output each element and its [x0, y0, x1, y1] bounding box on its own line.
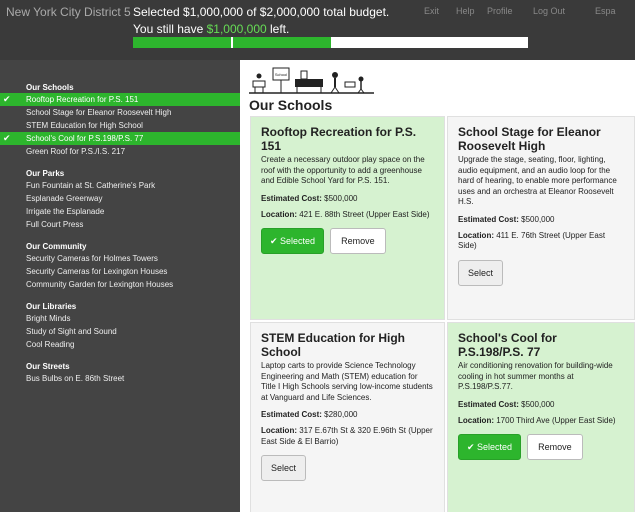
card-title: STEM Education for High School: [261, 331, 405, 359]
budget-progress-bar: [133, 37, 528, 48]
sidebar-item-cameras-lexington[interactable]: Security Cameras for Lexington Houses: [0, 265, 240, 278]
sidebar-section-libraries: Our Libraries: [26, 302, 77, 311]
district-name: New York City District 5: [6, 5, 131, 19]
sidebar-item-esplanade-greenway[interactable]: Esplanade Greenway: [0, 192, 240, 205]
sidebar-item-rooftop-recreation[interactable]: ✔ Rooftop Recreation for P.S. 151: [0, 93, 240, 106]
total-amount: $2,000,000: [259, 5, 320, 19]
card-location: Location: 421 E. 88th Street (Upper East…: [261, 209, 430, 219]
sidebar-item-bus-bulbs[interactable]: Bus Bulbs on E. 86th Street: [0, 372, 240, 385]
select-button[interactable]: Select: [261, 455, 307, 481]
nav-help[interactable]: Help: [456, 6, 475, 16]
nav-logout[interactable]: Log Out: [533, 6, 565, 16]
progress-tick: [231, 37, 233, 48]
sidebar-section-streets: Our Streets: [26, 362, 70, 371]
card-description: Upgrade the stage, seating, floor, light…: [458, 155, 617, 206]
card-cost: Estimated Cost: $280,000: [261, 410, 358, 419]
sidebar-item-green-roof[interactable]: Green Roof for P.S./I.S. 217: [0, 145, 240, 158]
sidebar: Our Schools ✔ Rooftop Recreation for P.S.…: [0, 60, 240, 512]
project-card-rooftop-recreation: Rooftop Recreation for P.S. 151 Create a…: [250, 116, 445, 320]
sidebar-item-schools-cool[interactable]: ✔ School's Cool for P.S.198/P.S. 77: [0, 132, 240, 145]
banner-sign-text: School: [275, 72, 287, 77]
selected-amount: $1,000,000: [183, 5, 244, 19]
sidebar-item-sight-sound[interactable]: Study of Sight and Sound: [0, 325, 240, 338]
selected-button[interactable]: ✔ Selected: [458, 434, 522, 460]
remaining-amount: $1,000,000: [206, 22, 267, 36]
project-card-stem-education: STEM Education for High School Laptop ca…: [250, 322, 445, 512]
sidebar-item-cool-reading[interactable]: Cool Reading: [0, 338, 240, 351]
sidebar-item-full-court-press[interactable]: Full Court Press: [0, 218, 240, 231]
sidebar-item-bright-minds[interactable]: Bright Minds: [0, 312, 240, 325]
sidebar-section-parks: Our Parks: [26, 169, 65, 178]
card-description: Create a necessary outdoor play space on…: [261, 155, 425, 185]
remove-button[interactable]: Remove: [527, 434, 583, 460]
card-cost: Estimated Cost: $500,000: [261, 193, 358, 203]
nav-profile[interactable]: Profile: [487, 6, 513, 16]
school-illustration-icon: School: [249, 67, 374, 94]
sidebar-item-cameras-holmes[interactable]: Security Cameras for Holmes Towers: [0, 252, 240, 265]
main-content: School Our Schools Rooftop Recreation fo…: [240, 60, 635, 512]
check-icon: ✔: [3, 94, 11, 104]
sidebar-section-schools: Our Schools: [26, 83, 74, 92]
project-card-schools-cool: School's Cool for P.S.198/P.S. 77 Air co…: [447, 322, 635, 512]
sidebar-item-stem-education[interactable]: STEM Education for High School: [0, 119, 240, 132]
card-location: Location: 317 E.67th St & 320 E.96th St …: [261, 426, 433, 446]
card-description: Laptop carts to provide Science Technolo…: [261, 361, 433, 402]
budget-summary: Selected $1,000,000 of $2,000,000 total …: [133, 5, 390, 19]
sidebar-item-irrigate-esplanade[interactable]: Irrigate the Esplanade: [0, 205, 240, 218]
sidebar-item-school-stage[interactable]: School Stage for Eleanor Roosevelt High: [0, 106, 240, 119]
nav-espanol[interactable]: Espa: [595, 6, 616, 16]
selected-button[interactable]: ✔ Selected: [261, 228, 325, 254]
page-title: Our Schools: [249, 97, 333, 113]
check-icon: ✔: [3, 133, 11, 143]
card-title: Rooftop Recreation for P.S. 151: [261, 125, 417, 153]
card-cost: Estimated Cost: $500,000: [458, 214, 555, 224]
card-title: School's Cool for P.S.198/P.S. 77: [458, 331, 557, 359]
sidebar-section-community: Our Community: [26, 242, 87, 251]
remove-button[interactable]: Remove: [330, 228, 386, 254]
card-location: Location: 411 E. 76th Street (Upper East…: [458, 230, 606, 251]
card-title: School Stage for Eleanor Roosevelt High: [458, 125, 601, 153]
card-location: Location: 1700 Third Ave (Upper East Sid…: [458, 415, 616, 425]
card-cost: Estimated Cost: $500,000: [458, 399, 555, 409]
top-bar: New York City District 5 Selected $1,000…: [0, 0, 635, 60]
card-description: Air conditioning renovation for building…: [458, 361, 613, 391]
sidebar-item-fun-fountain[interactable]: Fun Fountain at St. Catherine's Park: [0, 179, 240, 192]
budget-remaining: You still have $1,000,000 left.: [133, 22, 290, 36]
sidebar-item-community-garden[interactable]: Community Garden for Lexington Houses: [0, 278, 240, 291]
project-card-school-stage: School Stage for Eleanor Roosevelt High …: [447, 116, 635, 320]
select-button[interactable]: Select: [458, 259, 504, 286]
nav-exit[interactable]: Exit: [424, 6, 439, 16]
